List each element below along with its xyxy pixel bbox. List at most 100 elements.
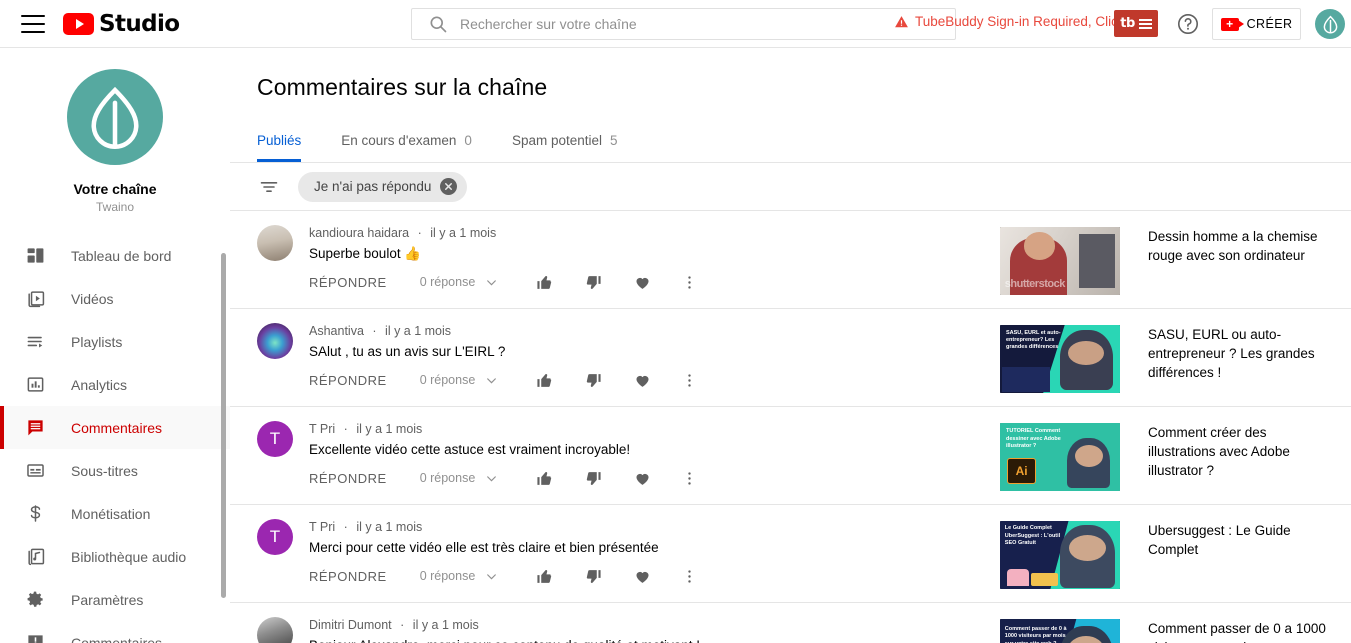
avatar[interactable] bbox=[257, 617, 293, 643]
search-bar[interactable] bbox=[411, 8, 956, 40]
sidebar-item-tableau-de-bord[interactable]: Tableau de bord bbox=[0, 234, 230, 277]
comment-block: kandioura haidara · il y a 1 mois Superb… bbox=[230, 211, 1000, 308]
sidebar-scrollbar[interactable] bbox=[221, 253, 226, 598]
heart-icon[interactable] bbox=[632, 566, 652, 586]
replies-toggle[interactable]: 0 réponse bbox=[420, 569, 499, 583]
sidebar-item-label: Monétisation bbox=[71, 505, 151, 522]
youtube-studio-logo[interactable]: Studio bbox=[63, 11, 180, 37]
reply-button[interactable]: RÉPONDRE bbox=[309, 275, 387, 290]
thumbs-down-icon[interactable] bbox=[583, 566, 603, 586]
sidebar-item-label: Commentaires bbox=[71, 419, 163, 436]
thumbs-down-icon[interactable] bbox=[583, 468, 603, 488]
comment-author[interactable]: T Pri bbox=[309, 520, 335, 534]
tab-spam-potentiel[interactable]: Spam potentiel 5 bbox=[512, 118, 618, 162]
filter-chip-je-n-ai-pas-repondu[interactable]: Je n'ai pas répondu bbox=[298, 171, 468, 202]
video-title[interactable]: Comment créer des illustrations avec Ado… bbox=[1148, 423, 1331, 492]
thumbs-up-icon[interactable] bbox=[534, 468, 554, 488]
sidebar-item-bibliotheque-audio[interactable]: Bibliothèque audio bbox=[0, 535, 230, 578]
thumbs-up-icon[interactable] bbox=[534, 370, 554, 390]
youtube-play-icon bbox=[63, 12, 94, 35]
comment-meta: T Pri · il y a 1 mois bbox=[309, 520, 1000, 534]
sidebar-item-commentaires[interactable]: Commentaires bbox=[0, 406, 230, 449]
channel-avatar[interactable] bbox=[67, 69, 163, 165]
more-options-icon[interactable] bbox=[679, 272, 699, 292]
replies-count-label: 0 réponse bbox=[419, 373, 476, 387]
tab-label: Spam potentiel bbox=[511, 132, 602, 148]
tubebuddy-menu-button[interactable]: tb bbox=[1114, 10, 1158, 37]
comment-author[interactable]: T Pri bbox=[309, 422, 335, 436]
leaf-avatar-icon bbox=[91, 86, 139, 150]
search-input[interactable] bbox=[460, 9, 955, 39]
hamburger-icon[interactable] bbox=[21, 14, 45, 33]
avatar[interactable] bbox=[257, 225, 293, 261]
help-circle-icon bbox=[1178, 14, 1198, 34]
video-title[interactable]: SASU, EURL ou auto-entrepreneur ? Les gr… bbox=[1148, 325, 1331, 394]
comment-actions: RÉPONDRE 0 réponse bbox=[309, 468, 1000, 488]
avatar[interactable]: T bbox=[257, 519, 293, 555]
sidebar-item-analytics[interactable]: Analytics bbox=[0, 363, 230, 406]
sidebar-item-playlists[interactable]: Playlists bbox=[0, 320, 230, 363]
sidebar-item-parametres[interactable]: Paramètres bbox=[0, 578, 230, 621]
video-thumbnail[interactable]: shutterstock bbox=[1000, 227, 1120, 295]
comment-author[interactable]: Dimitri Dumont bbox=[309, 618, 392, 632]
more-options-icon[interactable] bbox=[679, 566, 699, 586]
more-options-icon[interactable] bbox=[679, 370, 699, 390]
video-thumbnail[interactable]: Le Guide Complet UberSuggest : L'outil S… bbox=[1000, 521, 1120, 589]
reply-button[interactable]: RÉPONDRE bbox=[309, 569, 387, 584]
reply-button[interactable]: RÉPONDRE bbox=[309, 373, 387, 388]
heart-icon[interactable] bbox=[632, 468, 652, 488]
comment-block: T T Pri · il y a 1 mois Merci pour cette… bbox=[230, 505, 1000, 602]
video-title[interactable]: Comment passer de 0 a 1000 visiteurs par… bbox=[1148, 619, 1331, 643]
comment-text: Excellente vidéo cette astuce est vraime… bbox=[309, 442, 631, 457]
replies-toggle[interactable]: 0 réponse bbox=[420, 275, 499, 289]
sidebar-item-sous-titres[interactable]: Sous-titres bbox=[0, 449, 230, 492]
video-camera-plus-icon: + bbox=[1220, 17, 1244, 31]
thumbs-down-icon[interactable] bbox=[583, 272, 603, 292]
tab-publies[interactable]: Publiés bbox=[257, 118, 302, 162]
comment-author[interactable]: Ashantiva bbox=[309, 324, 364, 338]
comment-author[interactable]: kandioura haidara bbox=[309, 226, 409, 240]
help-button[interactable] bbox=[1176, 12, 1200, 36]
reply-button[interactable]: RÉPONDRE bbox=[309, 471, 387, 486]
tab-en-cours-d-examen[interactable]: En cours d'examen 0 bbox=[341, 118, 472, 162]
comment-time: il y a 1 mois bbox=[356, 422, 423, 436]
video-thumbnail[interactable]: Comment passer de 0 à 1000 visiteurs par… bbox=[1000, 619, 1120, 643]
sidebar-item-label: Tableau de bord bbox=[71, 247, 172, 264]
filter-icon[interactable] bbox=[257, 175, 281, 199]
subtitles-icon bbox=[23, 459, 47, 483]
comment-time: il y a 1 mois bbox=[430, 226, 497, 240]
filter-bar: Je n'ai pas répondu bbox=[230, 163, 1351, 211]
heart-icon[interactable] bbox=[632, 272, 652, 292]
sidebar-item-label: Bibliothèque audio bbox=[71, 548, 187, 565]
replies-count-label: 0 réponse bbox=[419, 471, 476, 485]
sidebar-item-feedback[interactable]: Commentaires bbox=[0, 621, 230, 643]
dashboard-icon bbox=[23, 244, 47, 268]
thumbs-down-icon[interactable] bbox=[583, 370, 603, 390]
heart-icon[interactable] bbox=[632, 370, 652, 390]
video-thumbnail[interactable]: TUTORIEL Comment dessiner avec Adobe ill… bbox=[1000, 423, 1120, 491]
video-thumbnail[interactable]: SASU, EURL et auto-entrepreneur? Les gra… bbox=[1000, 325, 1120, 393]
meta-separator: · bbox=[400, 618, 405, 632]
sidebar-item-monetisation[interactable]: Monétisation bbox=[0, 492, 230, 535]
close-circle-icon[interactable] bbox=[440, 178, 458, 195]
thumbs-up-icon[interactable] bbox=[534, 566, 554, 586]
channel-block: Votre chaîne Twaino bbox=[0, 48, 230, 214]
replies-toggle[interactable]: 0 réponse bbox=[420, 471, 499, 485]
sidebar-item-label: Vidéos bbox=[71, 290, 114, 307]
sidebar-item-videos[interactable]: Vidéos bbox=[0, 277, 230, 320]
comment-actions: RÉPONDRE 0 réponse bbox=[309, 272, 1000, 292]
replies-toggle[interactable]: 0 réponse bbox=[420, 373, 499, 387]
comment-actions: RÉPONDRE 0 réponse bbox=[309, 566, 1000, 586]
avatar[interactable] bbox=[257, 323, 293, 359]
avatar[interactable]: T bbox=[257, 421, 293, 457]
create-button[interactable]: + CRÉER bbox=[1212, 8, 1301, 40]
video-title[interactable]: Ubersuggest : Le Guide Complet bbox=[1148, 521, 1331, 590]
thumbnail-watermark: Ai bbox=[1007, 458, 1036, 485]
video-reference: SASU, EURL et auto-entrepreneur? Les gra… bbox=[1000, 309, 1351, 406]
create-button-label: CRÉER bbox=[1246, 17, 1293, 31]
sidebar-item-label: Commentaires bbox=[71, 634, 163, 643]
more-options-icon[interactable] bbox=[679, 468, 699, 488]
account-avatar[interactable] bbox=[1315, 9, 1345, 39]
video-title[interactable]: Dessin homme a la chemise rouge avec son… bbox=[1148, 227, 1331, 296]
thumbs-up-icon[interactable] bbox=[534, 272, 554, 292]
